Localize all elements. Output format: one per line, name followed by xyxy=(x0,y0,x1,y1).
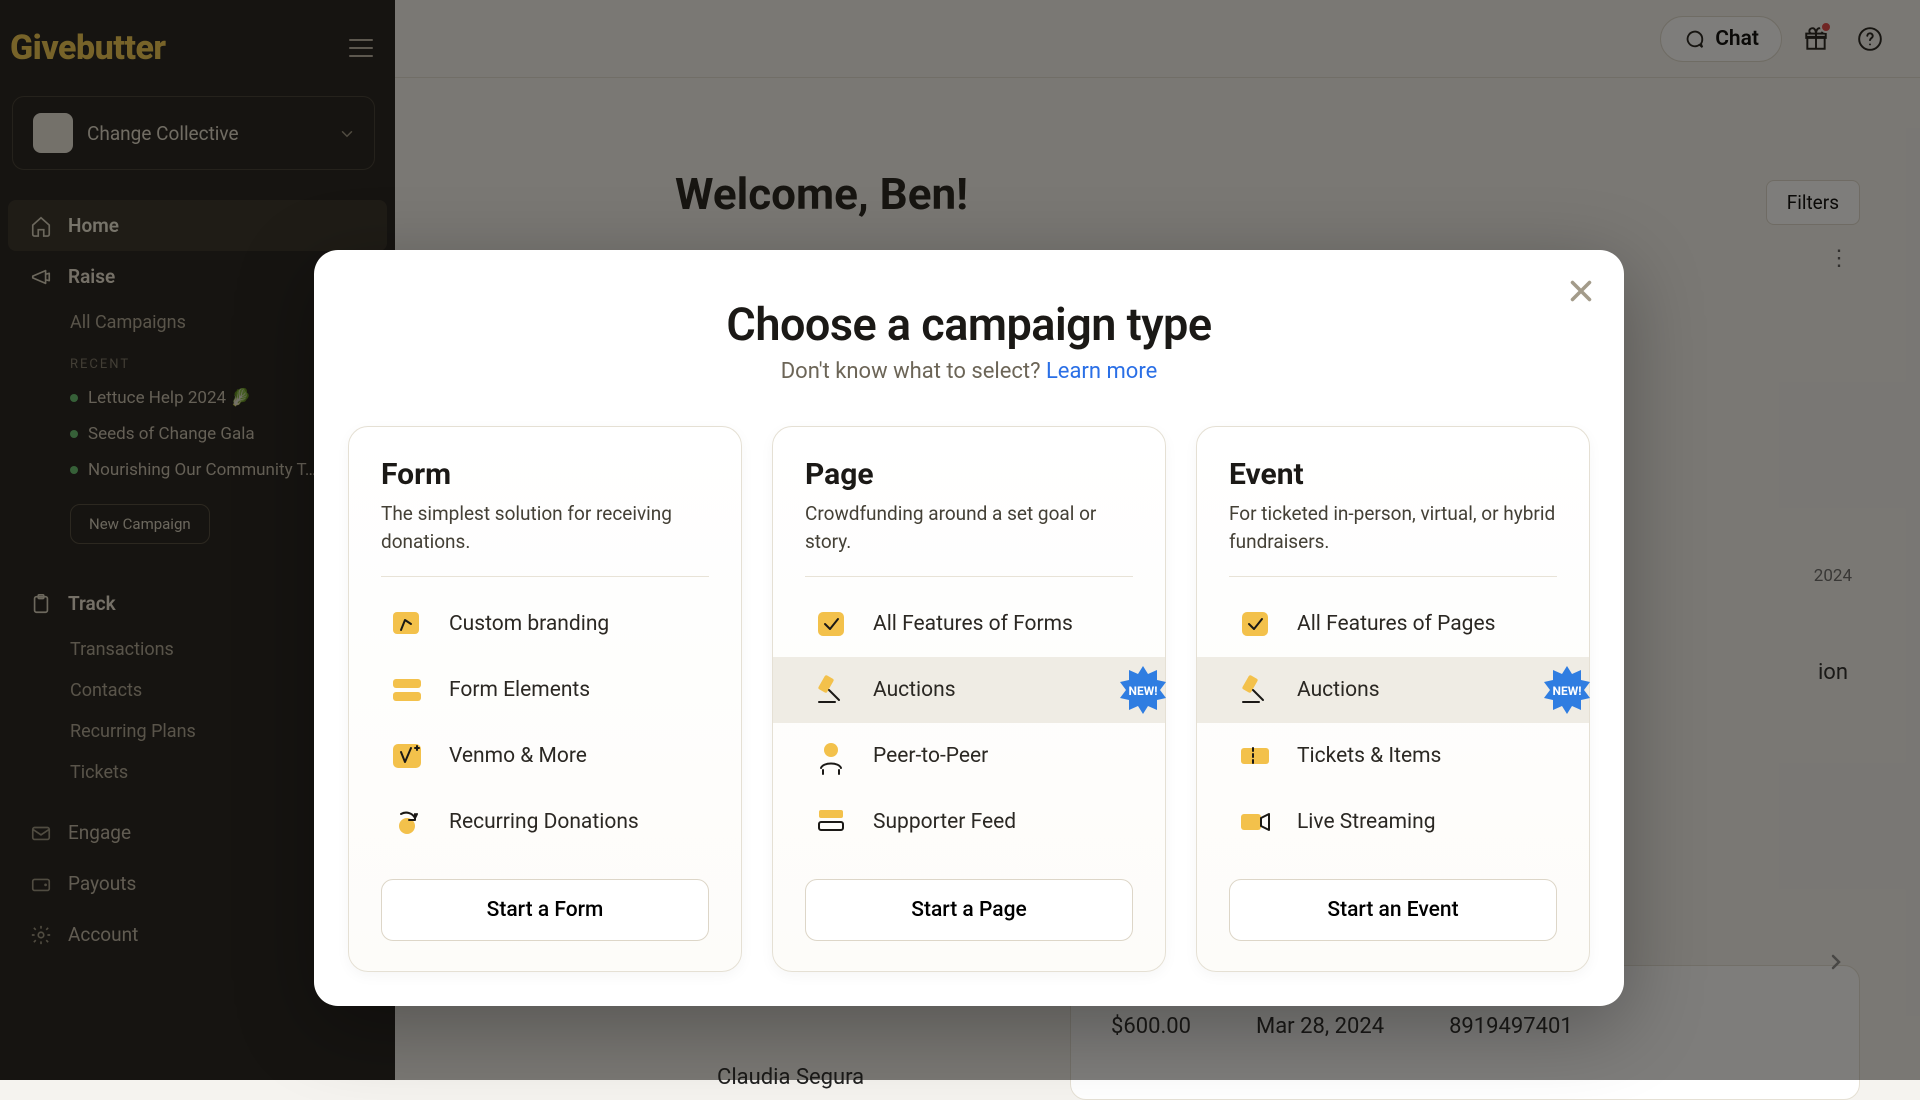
new-badge: NEW! xyxy=(1541,664,1593,716)
modal-subtitle-text: Don't know what to select? xyxy=(781,359,1046,384)
branding-icon xyxy=(387,604,427,644)
campaign-card-event: Event For ticketed in-person, virtual, o… xyxy=(1196,426,1590,972)
gavel-icon xyxy=(811,670,851,710)
campaign-type-modal: Choose a campaign type Don't know what t… xyxy=(314,250,1624,1006)
start-event-button[interactable]: Start an Event xyxy=(1229,879,1557,941)
feature-peer: Peer-to-Peer xyxy=(805,723,1133,789)
feature-custom-branding: Custom branding xyxy=(381,591,709,657)
feature-label: Auctions xyxy=(1297,678,1380,702)
feature-tickets: Tickets & Items xyxy=(1229,723,1557,789)
feed-icon xyxy=(811,802,851,842)
feature-streaming: Live Streaming xyxy=(1229,789,1557,855)
card-desc: For ticketed in-person, virtual, or hybr… xyxy=(1229,500,1557,556)
svg-text:NEW!: NEW! xyxy=(1129,684,1158,698)
card-title: Event xyxy=(1229,457,1557,492)
card-desc: The simplest solution for receiving dona… xyxy=(381,500,709,556)
learn-more-link[interactable]: Learn more xyxy=(1046,359,1157,384)
check-icon xyxy=(1235,604,1275,644)
feature-all-pages: All Features of Pages xyxy=(1229,591,1557,657)
card-title: Form xyxy=(381,457,709,492)
peer-icon xyxy=(811,736,851,776)
check-icon xyxy=(811,604,851,644)
feature-label: Custom branding xyxy=(449,612,609,636)
campaign-card-form: Form The simplest solution for receiving… xyxy=(348,426,742,972)
modal-subtitle: Don't know what to select? Learn more xyxy=(348,359,1590,384)
feature-auctions: Auctions NEW! xyxy=(773,657,1165,723)
feature-label: Venmo & More xyxy=(449,744,587,768)
feature-label: All Features of Pages xyxy=(1297,612,1495,636)
feature-recurring: Recurring Donations xyxy=(381,789,709,855)
gavel-icon xyxy=(1235,670,1275,710)
venmo-icon xyxy=(387,736,427,776)
campaign-card-page: Page Crowdfunding around a set goal or s… xyxy=(772,426,1166,972)
svg-text:NEW!: NEW! xyxy=(1553,684,1582,698)
card-title: Page xyxy=(805,457,1133,492)
feature-label: Form Elements xyxy=(449,678,590,702)
feature-label: Tickets & Items xyxy=(1297,744,1441,768)
recurring-icon xyxy=(387,802,427,842)
elements-icon xyxy=(387,670,427,710)
feature-label: Peer-to-Peer xyxy=(873,744,988,768)
feature-form-elements: Form Elements xyxy=(381,657,709,723)
feature-label: Auctions xyxy=(873,678,956,702)
feature-label: Supporter Feed xyxy=(873,810,1016,834)
feature-label: Live Streaming xyxy=(1297,810,1436,834)
feature-auctions: Auctions NEW! xyxy=(1197,657,1589,723)
close-button[interactable] xyxy=(1564,274,1598,308)
card-desc: Crowdfunding around a set goal or story. xyxy=(805,500,1133,556)
modal-title: Choose a campaign type xyxy=(348,298,1590,351)
feature-label: Recurring Donations xyxy=(449,810,639,834)
start-form-button[interactable]: Start a Form xyxy=(381,879,709,941)
ticket-icon xyxy=(1235,736,1275,776)
new-badge: NEW! xyxy=(1117,664,1169,716)
feature-venmo: Venmo & More xyxy=(381,723,709,789)
start-page-button[interactable]: Start a Page xyxy=(805,879,1133,941)
feature-all-forms: All Features of Forms xyxy=(805,591,1133,657)
close-icon xyxy=(1564,274,1598,308)
video-icon xyxy=(1235,802,1275,842)
feature-label: All Features of Forms xyxy=(873,612,1073,636)
feature-feed: Supporter Feed xyxy=(805,789,1133,855)
